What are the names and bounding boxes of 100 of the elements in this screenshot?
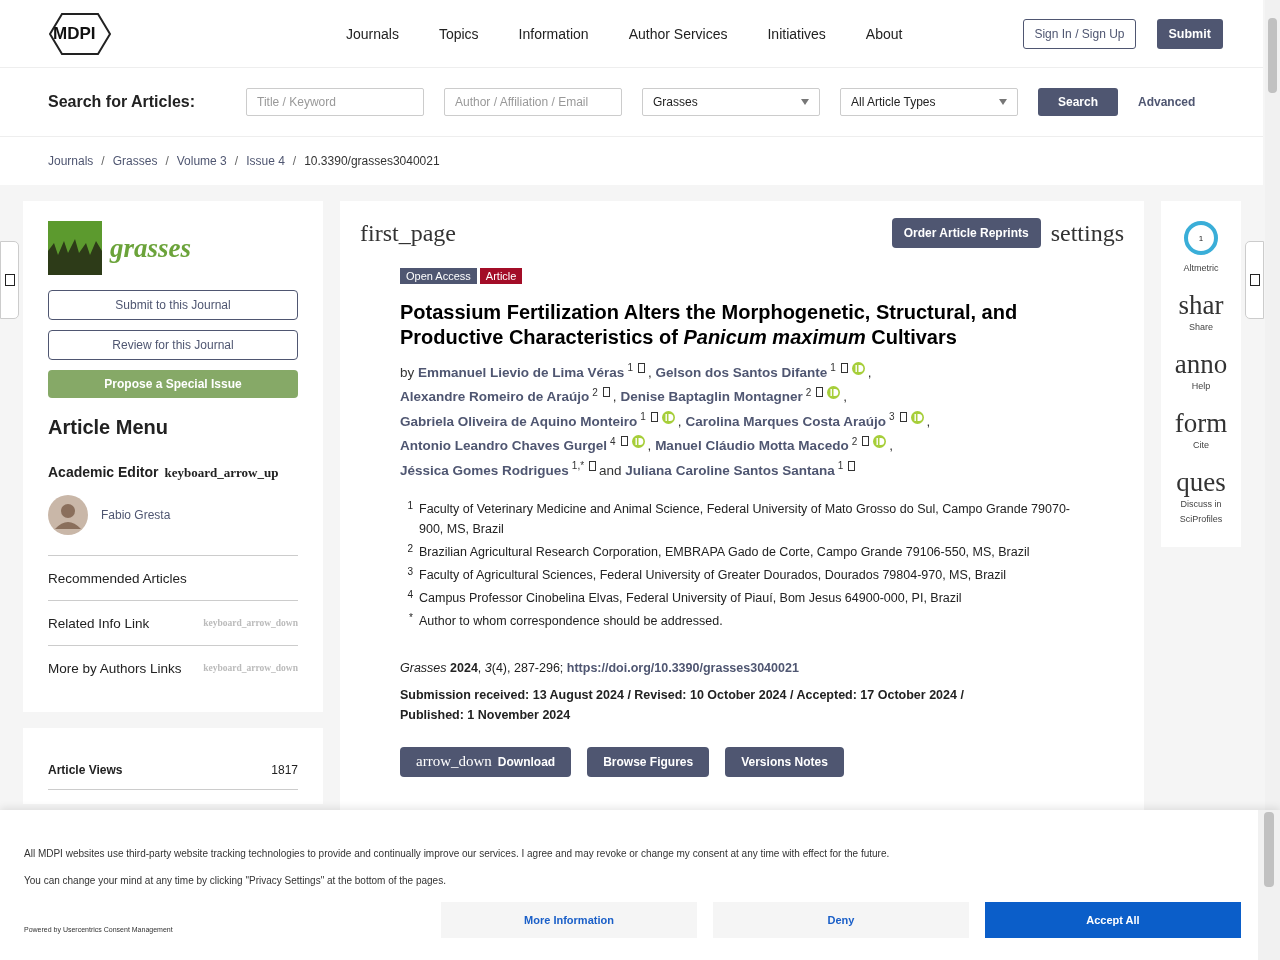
reprints-button[interactable]: Order Article Reprints — [891, 218, 1041, 248]
article-tag: Open Access — [400, 268, 477, 284]
avatar-icon — [48, 495, 88, 535]
breadcrumb-link[interactable]: 10.3390/grasses3040021 — [304, 154, 440, 168]
article-action-button[interactable]: Versions Notes — [725, 746, 844, 777]
publication-dates: Submission received: 13 August 2024 / Revised: 10 October 2024 / Accepted: 17 October 2024 / Published: 1 November 2024 — [400, 686, 965, 724]
tool-label: Help — [1191, 380, 1211, 393]
nav-link[interactable]: About — [865, 25, 903, 42]
nav-link[interactable]: Topics — [438, 25, 479, 42]
author-link[interactable]: Alexandre Romeiro de Araújo — [400, 389, 590, 404]
author-separator: , — [647, 438, 652, 453]
author-separator: , — [612, 389, 617, 404]
author-separator: , — [889, 438, 893, 453]
menu-link[interactable]: Recommended Articles — [48, 570, 187, 586]
affiliation-mark: 3 — [406, 564, 413, 579]
nav-link[interactable]: Author Services — [628, 25, 728, 42]
affiliation-mark: 4 — [406, 587, 413, 602]
nav-link[interactable]: Information — [518, 25, 589, 42]
affiliation-text: Brazilian Agricultural Research Corporation, EMBRAPA Gado de Corte, Campo Grande 79106-550, MS, Brazil — [419, 543, 1030, 561]
search-label: Search for Articles: — [48, 93, 196, 111]
consent-button[interactable]: Accept All — [985, 902, 1241, 938]
tool-toggle[interactable]: form — [1174, 408, 1228, 438]
square-icon — [1249, 274, 1260, 286]
side-tab[interactable] — [1245, 241, 1264, 319]
affiliation-mark: 2 — [592, 386, 598, 398]
author-link[interactable]: Denise Baptaglin Montagner — [620, 389, 803, 404]
author-link[interactable]: Emmanuel Lievio de Lima Véras — [418, 364, 625, 380]
logo-hexagon-icon — [48, 11, 112, 56]
scrollbar[interactable] — [1265, 0, 1280, 810]
tool-label: Share — [1188, 321, 1213, 334]
author-link[interactable]: Gabriela Oliveira de Aquino Monteiro — [400, 413, 638, 429]
article-action-button[interactable]: arrow_down Download — [400, 746, 572, 777]
author-link[interactable]: Gelson dos Santos Difante — [655, 364, 828, 380]
author-link[interactable]: Jéssica Gomes Rodrigues — [400, 462, 569, 478]
affiliation-mark: * — [408, 610, 413, 625]
consent-button[interactable]: Deny — [713, 902, 969, 938]
submit-button[interactable]: Submit — [1156, 18, 1223, 49]
consent-text: You can change your mind at any time by clicking "Privacy Settings" at the bottom of the pages. — [24, 875, 447, 886]
grass-logo-icon — [48, 221, 102, 275]
affiliation-text: Author to whom correspondence should be addressed. — [419, 612, 723, 630]
breadcrumb-separator: / — [101, 154, 105, 168]
affiliation-mark: 1 — [640, 411, 646, 422]
affiliation-mark: 1 — [406, 498, 413, 513]
collapse-toggle[interactable]: keyboard_arrow_up — [164, 465, 279, 481]
tool-toggle[interactable]: anno — [1174, 349, 1228, 379]
editor-name[interactable]: Fabio Gresta — [101, 508, 171, 522]
author-separator: , — [647, 364, 652, 380]
menu-heading: Article Menu — [48, 416, 170, 439]
author-link[interactable]: Manuel Cláudio Motta Macedo — [655, 438, 849, 453]
journal-button[interactable]: Submit to this Journal — [48, 290, 298, 320]
affiliation-mark: 3 — [888, 411, 895, 422]
menu-link[interactable]: Related Info Link — [48, 615, 150, 631]
breadcrumb-separator: / — [234, 154, 239, 168]
tool-toggle[interactable]: ques — [1176, 467, 1226, 497]
breadcrumb-link[interactable]: Journals — [48, 154, 94, 168]
settings-toggle[interactable]: settings — [1050, 219, 1124, 247]
doi-link[interactable]: https://doi.org/10.3390/grasses3040021 — [566, 660, 799, 675]
breadcrumb-link[interactable]: Issue 4 — [246, 154, 285, 168]
author-separator: , — [843, 389, 847, 404]
breadcrumb-link[interactable]: Volume 3 — [176, 154, 227, 168]
author-separator: , — [677, 413, 682, 429]
consent-button[interactable]: More Information — [441, 902, 697, 938]
first-page-toggle[interactable]: first_page — [360, 219, 456, 247]
caret-icon — [999, 99, 1007, 105]
scrollbar[interactable] — [1258, 810, 1280, 960]
dropdown[interactable]: All Article Types — [840, 88, 1018, 116]
article-tag: Article — [479, 268, 523, 284]
breadcrumb-separator: / — [165, 154, 169, 168]
affiliation-mark: 1 — [830, 362, 836, 373]
breadcrumb-link[interactable]: Grasses — [112, 154, 158, 168]
author-separator: , — [867, 364, 872, 380]
nav-link[interactable]: Initiatives — [767, 25, 826, 42]
author-link[interactable]: Carolina Marques Costa Araújo — [685, 413, 886, 429]
by-label: by — [400, 364, 415, 380]
affiliation-mark: 2 — [805, 386, 812, 398]
article-title: Potassium Fertilization Alters the Morphogenetic, Structural, and Productive Characteristics of Panicum maximum Cultivars — [400, 300, 1019, 350]
dropdown[interactable]: Grasses — [642, 88, 820, 116]
affiliation-text: Campus Professor Cinobelina Elvas, Federal University of Piauí, Bom Jesus 64900-000, PI, Brazil — [419, 589, 962, 607]
author-link[interactable]: Antonio Leandro Chaves Gurgel — [400, 438, 608, 453]
tool-label: Cite — [1193, 439, 1209, 452]
side-tab[interactable] — [0, 241, 19, 319]
advanced-link[interactable]: Advanced — [1138, 95, 1196, 109]
tool-toggle[interactable]: shar — [1178, 290, 1224, 320]
affiliation-text: Faculty of Agricultural Sciences, Federal University of Greater Dourados, Dourados 79804-970, MS, Brazil — [419, 566, 1007, 584]
article-action-button[interactable]: Browse Figures — [587, 746, 710, 777]
search-field[interactable]: Author / Affiliation / Email — [444, 88, 622, 116]
journal-button[interactable]: Review for this Journal — [48, 330, 298, 360]
author-link[interactable]: Juliana Caroline Santos Santana — [625, 462, 835, 478]
logo[interactable]: MDPI — [48, 11, 112, 56]
search-button[interactable]: Search — [1038, 88, 1118, 116]
affiliation-mark: 4 — [610, 435, 616, 447]
views-label: Article Views — [48, 763, 123, 777]
nav-link[interactable]: Journals — [346, 25, 399, 42]
sign-in-button[interactable]: Sign In / Sign Up — [1023, 18, 1136, 49]
menu-link[interactable]: More by Authors Links — [48, 660, 182, 676]
altmetric-badge[interactable]: 1 — [1184, 221, 1218, 255]
affiliation-mark: 1,* — [571, 460, 585, 471]
author-separator: and — [599, 462, 622, 478]
affiliation-mark: 2 — [851, 435, 858, 447]
search-field[interactable]: Title / Keyword — [246, 88, 424, 116]
